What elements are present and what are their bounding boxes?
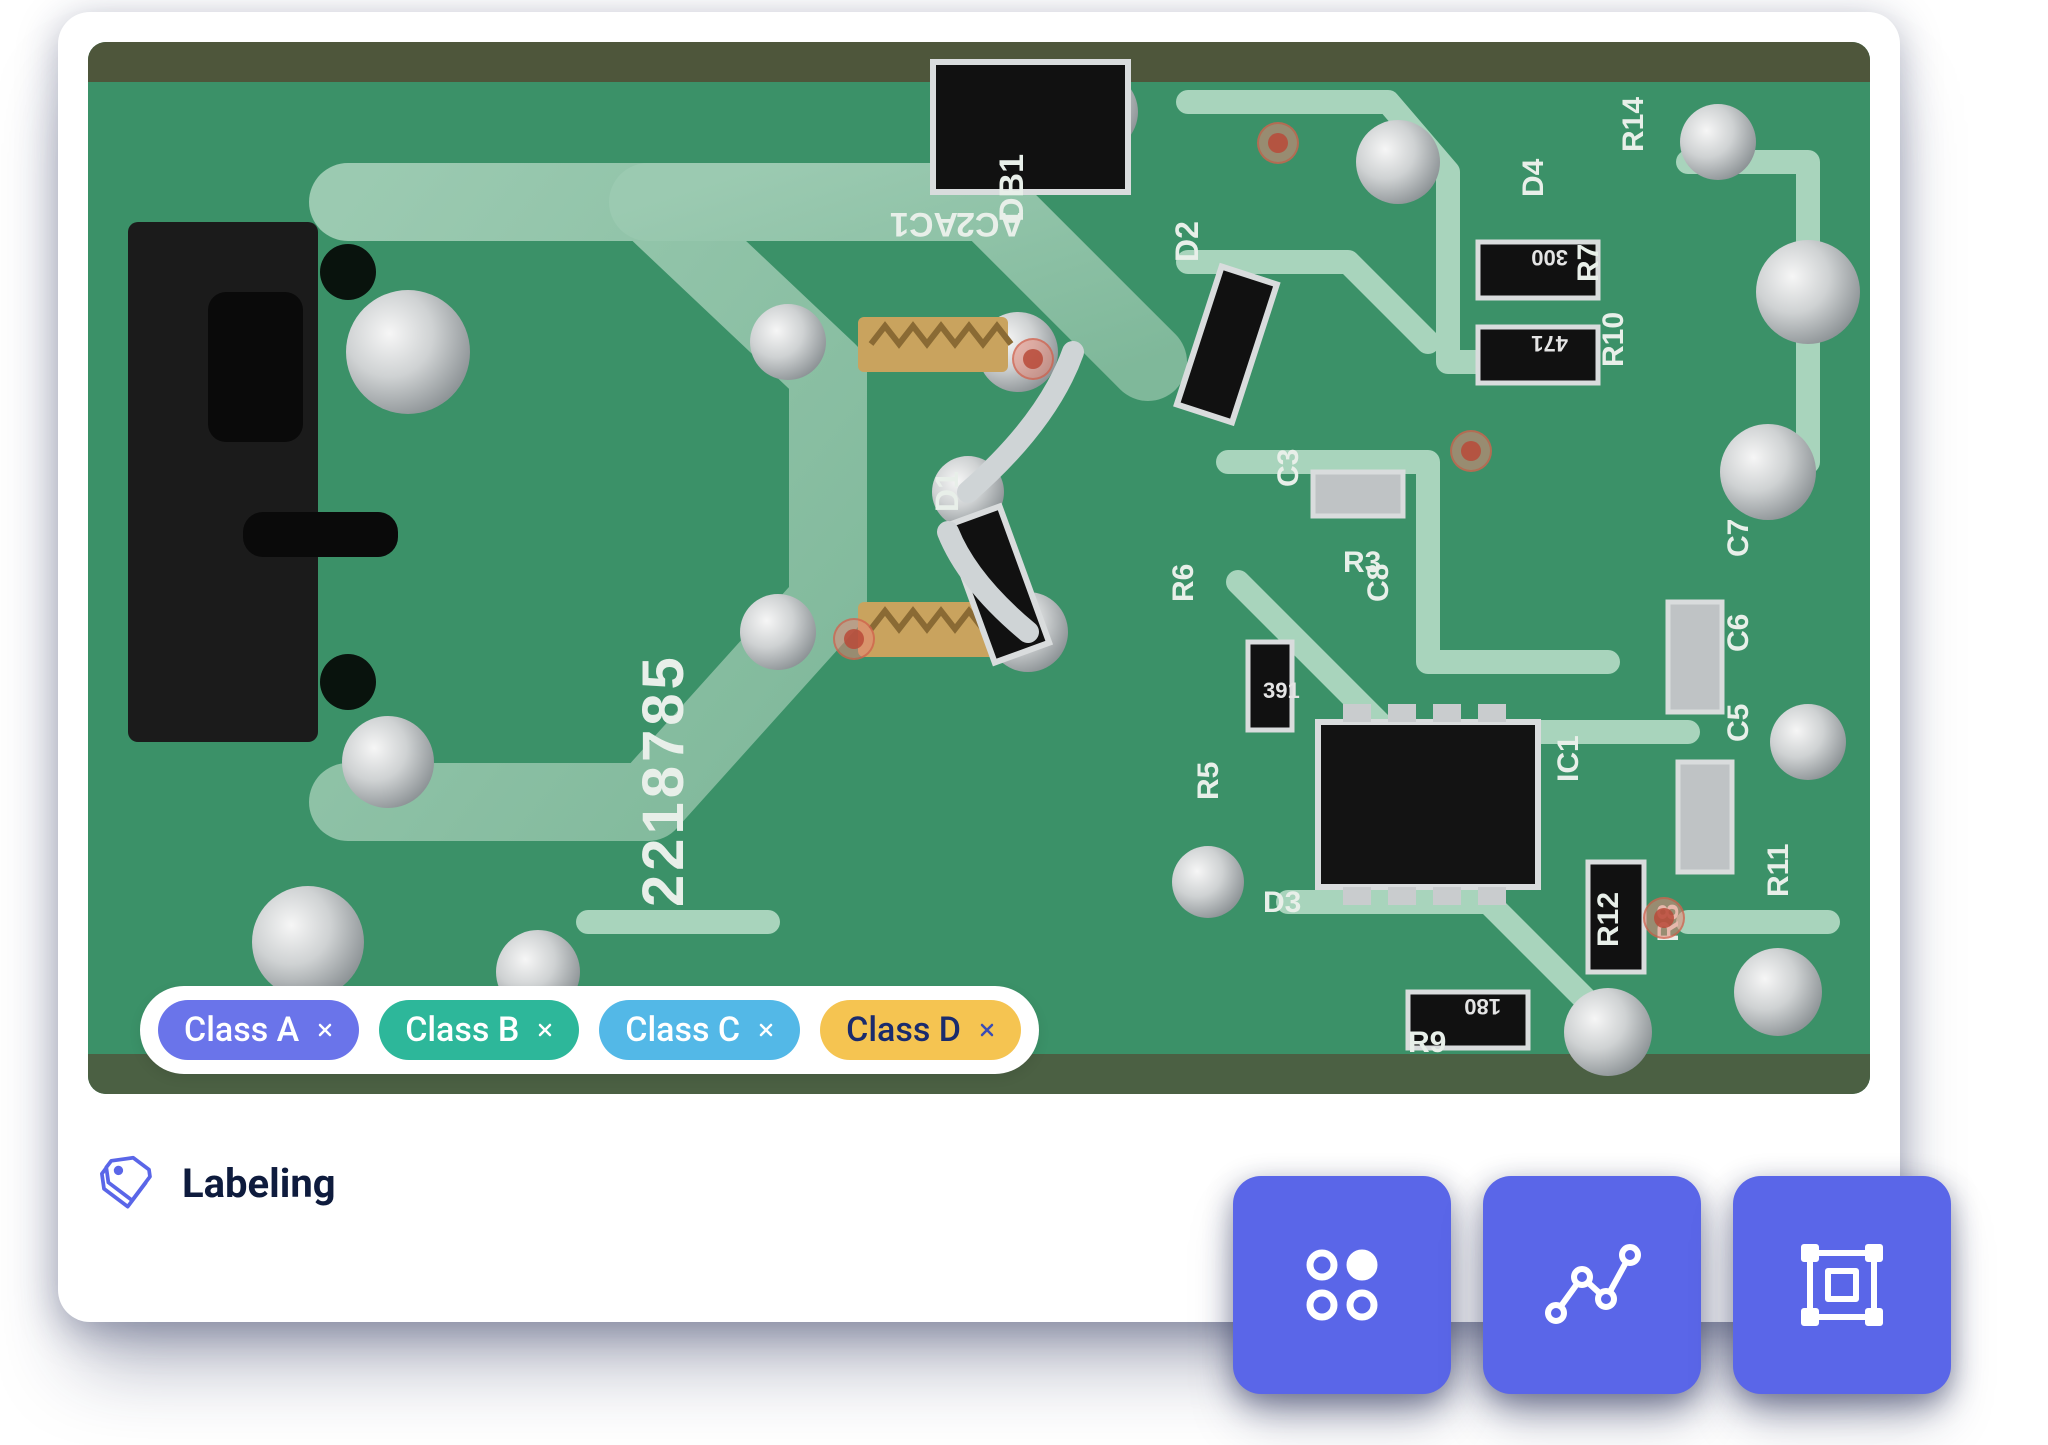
svg-text:AC1: AC1 xyxy=(890,205,958,243)
annotation-dot[interactable] xyxy=(1012,338,1054,380)
tool-strip xyxy=(1233,1176,1951,1394)
svg-text:DB1: DB1 xyxy=(993,154,1031,222)
image-area[interactable]: AC1 AC2 DB1 D2 D1 R5 R6 R3 C3 C8 D3 D4 R… xyxy=(88,42,1870,1094)
tag-label: Class D xyxy=(846,1010,961,1050)
svg-text:R14: R14 xyxy=(1617,97,1650,152)
svg-text:R7: R7 xyxy=(1572,244,1605,282)
svg-text:C8: C8 xyxy=(1362,564,1395,602)
svg-text:180: 180 xyxy=(1464,994,1501,1019)
labeling-card: AC1 AC2 DB1 D2 D1 R5 R6 R3 C3 C8 D3 D4 R… xyxy=(58,12,1900,1322)
svg-text:R9: R9 xyxy=(1408,1026,1446,1059)
tag-bar: Class A Class B Class C Class D xyxy=(140,986,1039,1074)
close-icon[interactable] xyxy=(754,1018,778,1042)
svg-text:R12: R12 xyxy=(1592,892,1625,947)
tool-boundingbox-button[interactable] xyxy=(1733,1176,1951,1394)
svg-text:D4: D4 xyxy=(1517,158,1550,197)
svg-text:D1: D1 xyxy=(929,471,965,512)
annotation-dot[interactable] xyxy=(1643,897,1685,939)
tag-class-d[interactable]: Class D xyxy=(820,1000,1021,1060)
svg-text:C7: C7 xyxy=(1722,519,1755,557)
annotation-dot[interactable] xyxy=(833,618,875,660)
svg-text:R6: R6 xyxy=(1167,564,1200,602)
tag-class-a[interactable]: Class A xyxy=(158,1000,359,1060)
tag-label: Class A xyxy=(184,1010,299,1050)
tool-polyline-button[interactable] xyxy=(1483,1176,1701,1394)
close-icon[interactable] xyxy=(533,1018,557,1042)
svg-text:D3: D3 xyxy=(1263,886,1301,919)
tag-class-b[interactable]: Class B xyxy=(379,1000,579,1060)
close-icon[interactable] xyxy=(975,1018,999,1042)
svg-text:C6: C6 xyxy=(1722,614,1755,652)
tool-dots-button[interactable] xyxy=(1233,1176,1451,1394)
tag-label: Class C xyxy=(625,1010,740,1050)
tag-icon xyxy=(98,1155,154,1211)
svg-text:2218785: 2218785 xyxy=(631,653,696,907)
svg-text:C5: C5 xyxy=(1722,704,1755,742)
annotation-dot[interactable] xyxy=(1257,122,1299,164)
svg-text:IC1: IC1 xyxy=(1552,735,1585,782)
svg-text:471: 471 xyxy=(1531,331,1568,356)
tag-label: Class B xyxy=(405,1010,519,1050)
close-icon[interactable] xyxy=(313,1018,337,1042)
svg-text:R5: R5 xyxy=(1192,762,1225,800)
annotation-dot[interactable] xyxy=(1450,430,1492,472)
svg-text:R11: R11 xyxy=(1762,844,1795,897)
svg-text:R10: R10 xyxy=(1597,312,1630,367)
pcb-image: AC1 AC2 DB1 D2 D1 R5 R6 R3 C3 C8 D3 D4 R… xyxy=(88,42,1870,1094)
labeling-title: Labeling xyxy=(182,1160,336,1207)
svg-text:D2: D2 xyxy=(1169,221,1205,262)
tag-class-c[interactable]: Class C xyxy=(599,1000,800,1060)
svg-text:391: 391 xyxy=(1263,678,1300,703)
svg-text:C3: C3 xyxy=(1272,449,1305,487)
svg-text:300: 300 xyxy=(1531,245,1568,270)
